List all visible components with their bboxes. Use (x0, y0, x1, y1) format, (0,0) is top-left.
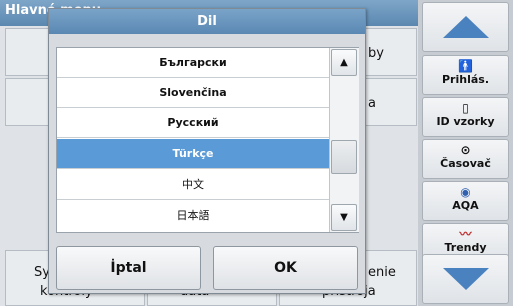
list-item-japanese[interactable]: 日本語 (57, 201, 329, 231)
language-dialog: Dil Български Slovenčina Русский Türkçe … (48, 8, 366, 294)
trend-icon: 〰 (459, 227, 472, 241)
timer-icon: ⊙ (460, 143, 471, 157)
sample-id-button[interactable]: ▯ ID vzorky (422, 97, 509, 137)
timer-button[interactable]: ⊙ Časovač (422, 139, 509, 179)
aqa-icon: ◉ (460, 185, 471, 199)
list-item-russian[interactable]: Русский (57, 108, 329, 138)
scroll-down-button[interactable] (422, 254, 509, 304)
list-scrollbar[interactable]: ▲ ▼ (329, 48, 359, 232)
login-button[interactable]: 🚹 Prihlás. (422, 55, 509, 95)
dialog-title: Dil (49, 9, 365, 34)
down-arrow-icon (443, 268, 489, 290)
scrollbar-thumb[interactable] (331, 140, 357, 174)
person-icon: 🚹 (458, 59, 473, 73)
cancel-button[interactable]: İptal (56, 246, 201, 290)
list-item-slovak[interactable]: Slovenčina (57, 78, 329, 108)
language-list[interactable]: Български Slovenčina Русский Türkçe 中文 日… (56, 47, 359, 233)
list-item-chinese[interactable]: 中文 (57, 170, 329, 200)
scroll-up-button[interactable] (422, 2, 509, 52)
bg-label-a: a (368, 96, 376, 111)
aqa-button[interactable]: ◉ AQA (422, 181, 509, 221)
scrollbar-down-button[interactable]: ▼ (331, 204, 357, 231)
bg-label-enie: enie (368, 265, 396, 280)
up-arrow-icon (443, 16, 489, 38)
bg-label-by: by (368, 46, 384, 61)
scrollbar-up-button[interactable]: ▲ (331, 49, 357, 76)
sample-icon: ▯ (462, 101, 469, 115)
list-item-turkish[interactable]: Türkçe (57, 139, 329, 169)
ok-button[interactable]: OK (213, 246, 358, 290)
list-item-bulgarian[interactable]: Български (57, 48, 329, 78)
sidebar: 🚹 Prihlás. ▯ ID vzorky ⊙ Časovač ◉ AQA 〰… (418, 0, 513, 306)
